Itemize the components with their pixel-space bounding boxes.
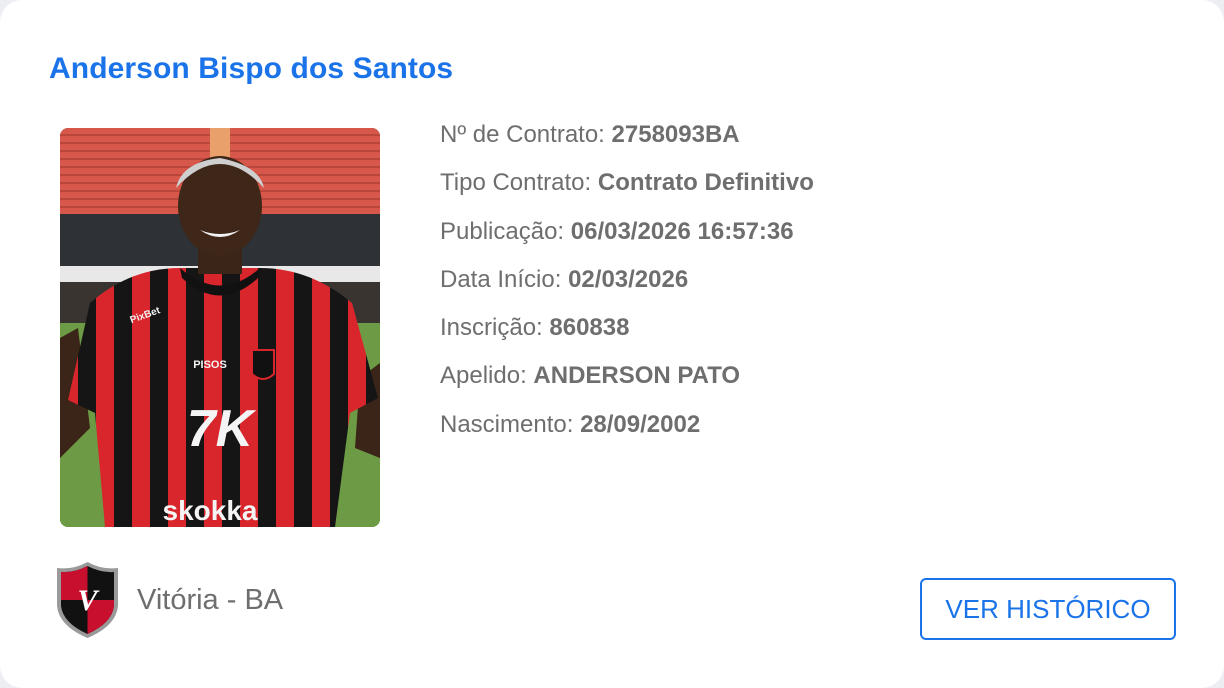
- detail-value: 28/09/2002: [580, 410, 701, 438]
- detail-start-date: Data Início: 02/03/2026: [440, 261, 814, 309]
- detail-value: 06/03/2026 16:57:36: [570, 217, 794, 245]
- detail-publication: Publicação: 06/03/2026 16:57:36: [440, 213, 814, 261]
- detail-registration: Inscrição: 860838: [440, 309, 814, 357]
- detail-label: Nascimento:: [440, 410, 574, 438]
- detail-value: 860838: [549, 314, 630, 342]
- detail-label: Apelido:: [440, 362, 527, 390]
- contract-card: Anderson Bispo dos Santos 7K skokka PISO…: [0, 0, 1224, 688]
- photo-chest-sponsor-text: PISOS: [193, 359, 227, 371]
- club-crest-icon: V: [57, 562, 118, 638]
- detail-contract-number: Nº de Contrato: 2758093BA: [440, 116, 814, 164]
- svg-text:V: V: [77, 584, 100, 617]
- detail-birth: Nascimento: 28/09/2002: [440, 406, 814, 454]
- club-name: Vitória - BA: [137, 583, 284, 616]
- detail-value: 02/03/2026: [568, 265, 689, 293]
- detail-value: 2758093BA: [611, 121, 740, 148]
- photo-sponsor-text: 7K: [187, 400, 257, 458]
- player-name: Anderson Bispo dos Santos: [49, 52, 454, 85]
- detail-label: Data Início:: [440, 265, 562, 293]
- detail-label: Nº de Contrato:: [440, 121, 605, 148]
- detail-label: Publicação:: [440, 217, 565, 245]
- photo-sponsor-bottom-text: skokka: [163, 495, 258, 526]
- view-history-button[interactable]: VER HISTÓRICO: [920, 578, 1176, 640]
- contract-details: Nº de Contrato: 2758093BA Tipo Contrato:…: [440, 116, 814, 454]
- detail-value: ANDERSON PATO: [533, 362, 741, 390]
- detail-value: Contrato Definitivo: [597, 169, 814, 197]
- detail-label: Inscrição:: [440, 314, 543, 342]
- club-info: V Vitória - BA: [54, 560, 283, 640]
- detail-nickname: Apelido: ANDERSON PATO: [440, 357, 814, 405]
- detail-label: Tipo Contrato:: [440, 169, 592, 197]
- detail-contract-type: Tipo Contrato: Contrato Definitivo: [440, 164, 814, 212]
- player-photo: 7K skokka PISOS PixBet: [60, 128, 380, 527]
